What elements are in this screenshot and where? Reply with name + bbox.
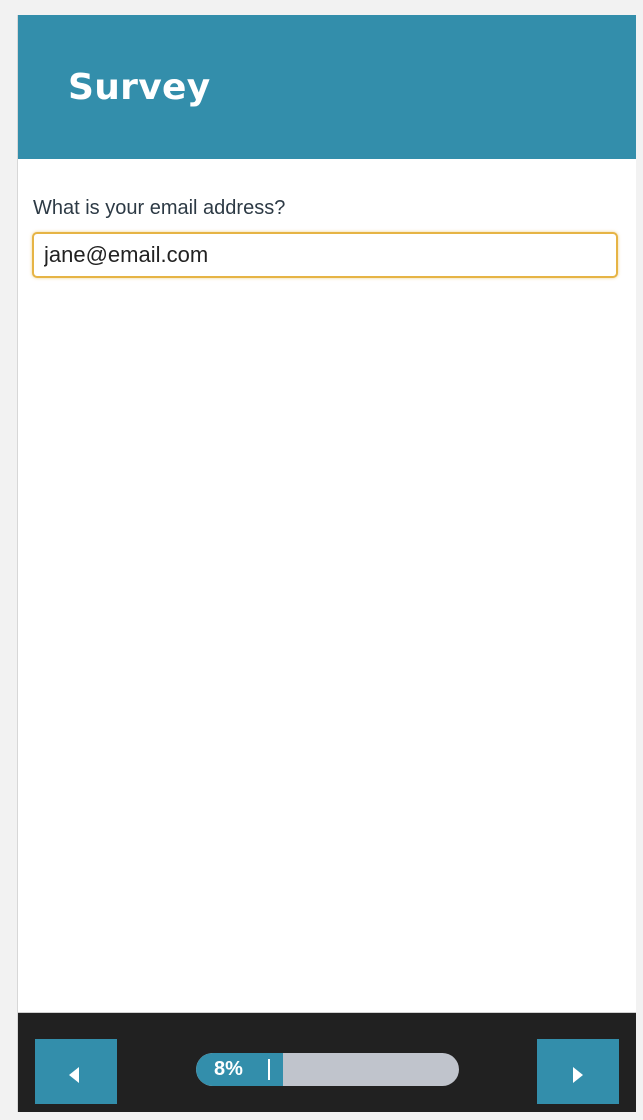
- next-button[interactable]: [537, 1039, 619, 1104]
- page-title: Survey: [68, 67, 211, 108]
- question-label: What is your email address?: [33, 197, 286, 219]
- email-field[interactable]: [32, 232, 618, 278]
- survey-page: Survey What is your email address? 8%: [17, 15, 636, 1112]
- screen: Survey What is your email address? 8%: [0, 0, 643, 1120]
- previous-button[interactable]: [35, 1039, 117, 1104]
- progress-divider: [268, 1059, 270, 1080]
- progress-label: 8%: [214, 1058, 243, 1080]
- triangle-right-icon: [573, 1067, 583, 1083]
- survey-header: Survey: [18, 15, 636, 159]
- survey-footer: 8%: [18, 1012, 636, 1112]
- progress-bar: 8%: [196, 1053, 459, 1086]
- triangle-left-icon: [69, 1067, 79, 1083]
